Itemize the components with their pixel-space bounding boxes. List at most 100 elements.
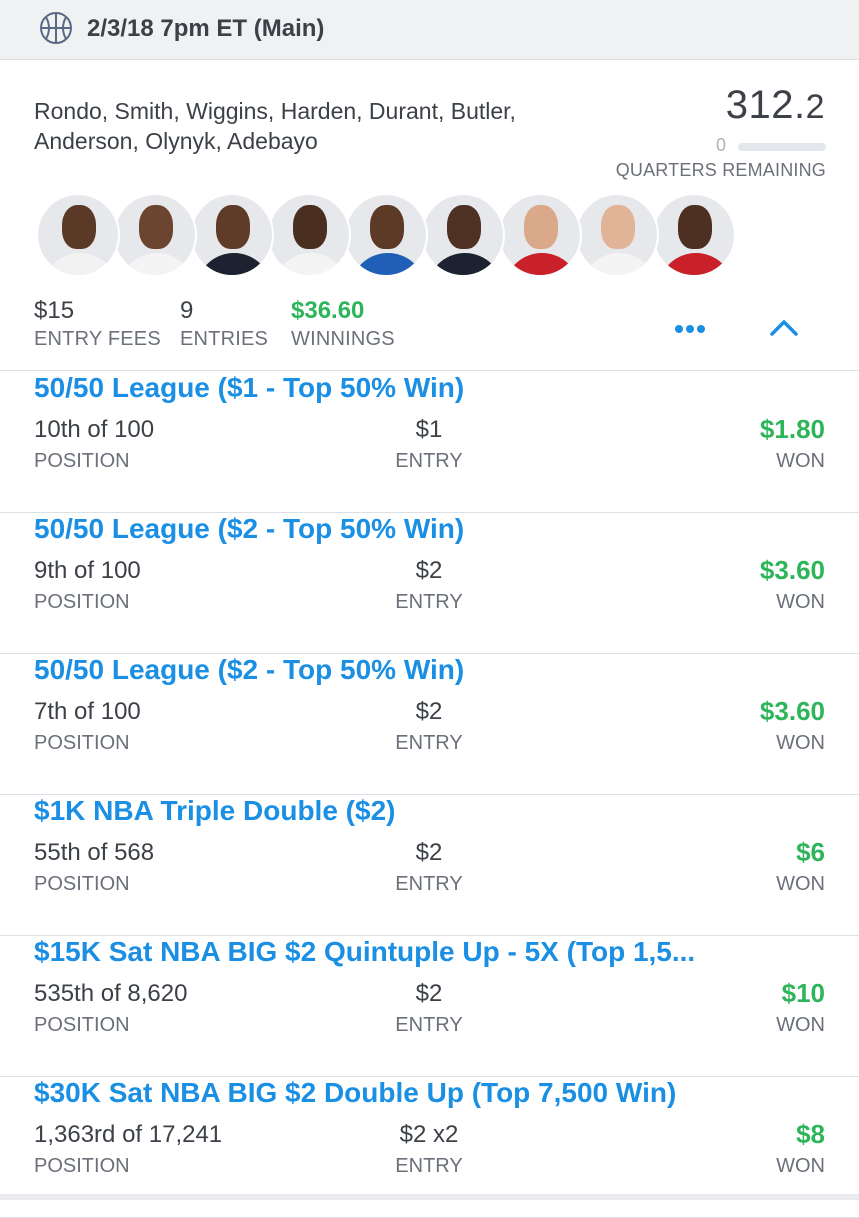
- entry-label: ENTRY: [395, 450, 463, 472]
- contest-won: $6: [796, 837, 825, 867]
- position-label: POSITION: [34, 1014, 130, 1036]
- player-avatar[interactable]: [267, 193, 351, 277]
- entry-label: ENTRY: [395, 591, 463, 613]
- winnings-stat: $36.60 WINNINGS: [291, 297, 395, 351]
- position-label: POSITION: [34, 732, 130, 754]
- won-label: WON: [776, 732, 825, 754]
- contest-entry: $2 x2: [399, 1121, 459, 1148]
- entry-label: ENTRY: [395, 732, 463, 754]
- contest-position: 10th of 100: [34, 416, 155, 443]
- player-avatar[interactable]: [652, 193, 736, 277]
- contest-row[interactable]: 50/50 League ($2 - Top 50% Win) 7th of 10…: [0, 654, 859, 795]
- contest-name[interactable]: $30K Sat NBA BIG $2 Double Up (Top 7,500…: [34, 1077, 804, 1109]
- position-label: POSITION: [34, 450, 130, 472]
- more-options-button[interactable]: [675, 320, 711, 336]
- contest-won: $3.60: [759, 555, 825, 585]
- avatar-jersey: [658, 253, 734, 275]
- contest-entry: $2: [415, 557, 443, 584]
- score-main: 312.: [725, 83, 806, 127]
- player-avatar[interactable]: [344, 193, 428, 277]
- entries-stat: 9 ENTRIES: [180, 297, 268, 351]
- avatar-jersey: [273, 253, 349, 275]
- player-avatar[interactable]: [498, 193, 582, 277]
- entry-label: ENTRY: [395, 873, 463, 895]
- contest-position: 55th of 568: [34, 839, 155, 866]
- slate-title: 2/3/18 7pm ET (Main): [87, 15, 325, 42]
- entries-label: ENTRIES: [180, 328, 269, 350]
- contest-won: $8: [796, 1119, 825, 1149]
- contest-position: 1,363rd of 17,241: [34, 1121, 223, 1148]
- contest-name[interactable]: $1K NBA Triple Double ($2): [34, 795, 804, 827]
- position-label: POSITION: [34, 591, 130, 613]
- contest-won: $10: [781, 978, 825, 1008]
- contest-row[interactable]: 50/50 League ($2 - Top 50% Win) 9th of 10…: [0, 513, 859, 654]
- player-avatar[interactable]: [421, 193, 505, 277]
- avatar-face: [62, 205, 96, 249]
- basketball-icon: [40, 12, 72, 44]
- quarters-remaining-bar: [738, 143, 826, 151]
- avatar-jersey: [119, 253, 195, 275]
- contest-name[interactable]: 50/50 League ($2 - Top 50% Win): [34, 513, 804, 545]
- player-avatar[interactable]: [36, 193, 120, 277]
- contest-position: 9th of 100: [34, 557, 141, 584]
- contest-position: 7th of 100: [34, 698, 141, 725]
- contest-name[interactable]: 50/50 League ($1 - Top 50% Win): [34, 372, 804, 404]
- contest-row[interactable]: 50/50 League ($1 - Top 50% Win) 10th of 1…: [0, 372, 859, 513]
- won-label: WON: [776, 591, 825, 613]
- avatar-face: [447, 205, 481, 249]
- avatar-jersey: [350, 253, 426, 275]
- avatar-face: [370, 205, 404, 249]
- avatar-face: [524, 205, 558, 249]
- won-label: WON: [776, 873, 825, 895]
- contest-position: 535th of 8,620: [34, 980, 188, 1007]
- quarters-remaining-label: QUARTERS REMAINING: [615, 160, 826, 180]
- score-decimal: 2: [805, 88, 825, 126]
- player-avatar[interactable]: [575, 193, 659, 277]
- lineup-score: 312.2: [726, 83, 825, 128]
- avatar-face: [293, 205, 327, 249]
- players-line-2: Anderson, Olynyk, Adebayo: [34, 128, 318, 154]
- header-bar: 2/3/18 7pm ET (Main): [0, 0, 859, 60]
- contest-entry: $2: [415, 698, 443, 725]
- contest-won: $1.80: [759, 414, 825, 444]
- contest-entry: $1: [415, 416, 443, 443]
- won-label: WON: [776, 1014, 825, 1036]
- player-avatar[interactable]: [190, 193, 274, 277]
- avatar-face: [601, 205, 635, 249]
- contest-name[interactable]: 50/50 League ($2 - Top 50% Win): [34, 654, 804, 686]
- contest-entry: $2: [415, 980, 443, 1007]
- bottom-edge: [0, 1194, 859, 1200]
- avatar-jersey: [427, 253, 503, 275]
- entry-label: ENTRY: [395, 1014, 463, 1036]
- avatar-jersey: [196, 253, 272, 275]
- more-dot-icon: [686, 325, 694, 333]
- avatar-face: [678, 205, 712, 249]
- avatar-jersey: [42, 253, 118, 275]
- divider: [0, 370, 859, 371]
- entry-label: ENTRY: [395, 1155, 463, 1177]
- entries-value: 9: [180, 297, 194, 324]
- entry-fees-stat: $15 ENTRY FEES: [34, 297, 161, 351]
- more-dot-icon: [675, 325, 683, 333]
- avatar-face: [216, 205, 250, 249]
- contest-row[interactable]: $15K Sat NBA BIG $2 Quintuple Up - 5X (T…: [0, 936, 859, 1077]
- players-line-1: Rondo, Smith, Wiggins, Harden, Durant, B…: [34, 98, 516, 124]
- avatar-jersey: [504, 253, 580, 275]
- contest-won: $3.60: [759, 696, 825, 726]
- avatar-face: [139, 205, 173, 249]
- chevron-up-icon[interactable]: [769, 316, 799, 340]
- more-dot-icon: [697, 325, 705, 333]
- player-avatar[interactable]: [113, 193, 197, 277]
- contest-entry: $2: [415, 839, 443, 866]
- winnings-label: WINNINGS: [291, 328, 395, 350]
- position-label: POSITION: [34, 1155, 130, 1177]
- contest-row[interactable]: $1K NBA Triple Double ($2) 55th of 568 POS…: [0, 795, 859, 936]
- contest-name[interactable]: $15K Sat NBA BIG $2 Quintuple Up - 5X (T…: [34, 936, 804, 968]
- entry-fees-value: $15: [34, 297, 75, 324]
- lineup-players: Rondo, Smith, Wiggins, Harden, Durant, B…: [34, 96, 594, 156]
- winnings-value: $36.60: [291, 297, 365, 324]
- avatar-jersey: [581, 253, 657, 275]
- position-label: POSITION: [34, 873, 130, 895]
- quarters-remaining-value: 0: [716, 135, 727, 155]
- won-label: WON: [776, 450, 825, 472]
